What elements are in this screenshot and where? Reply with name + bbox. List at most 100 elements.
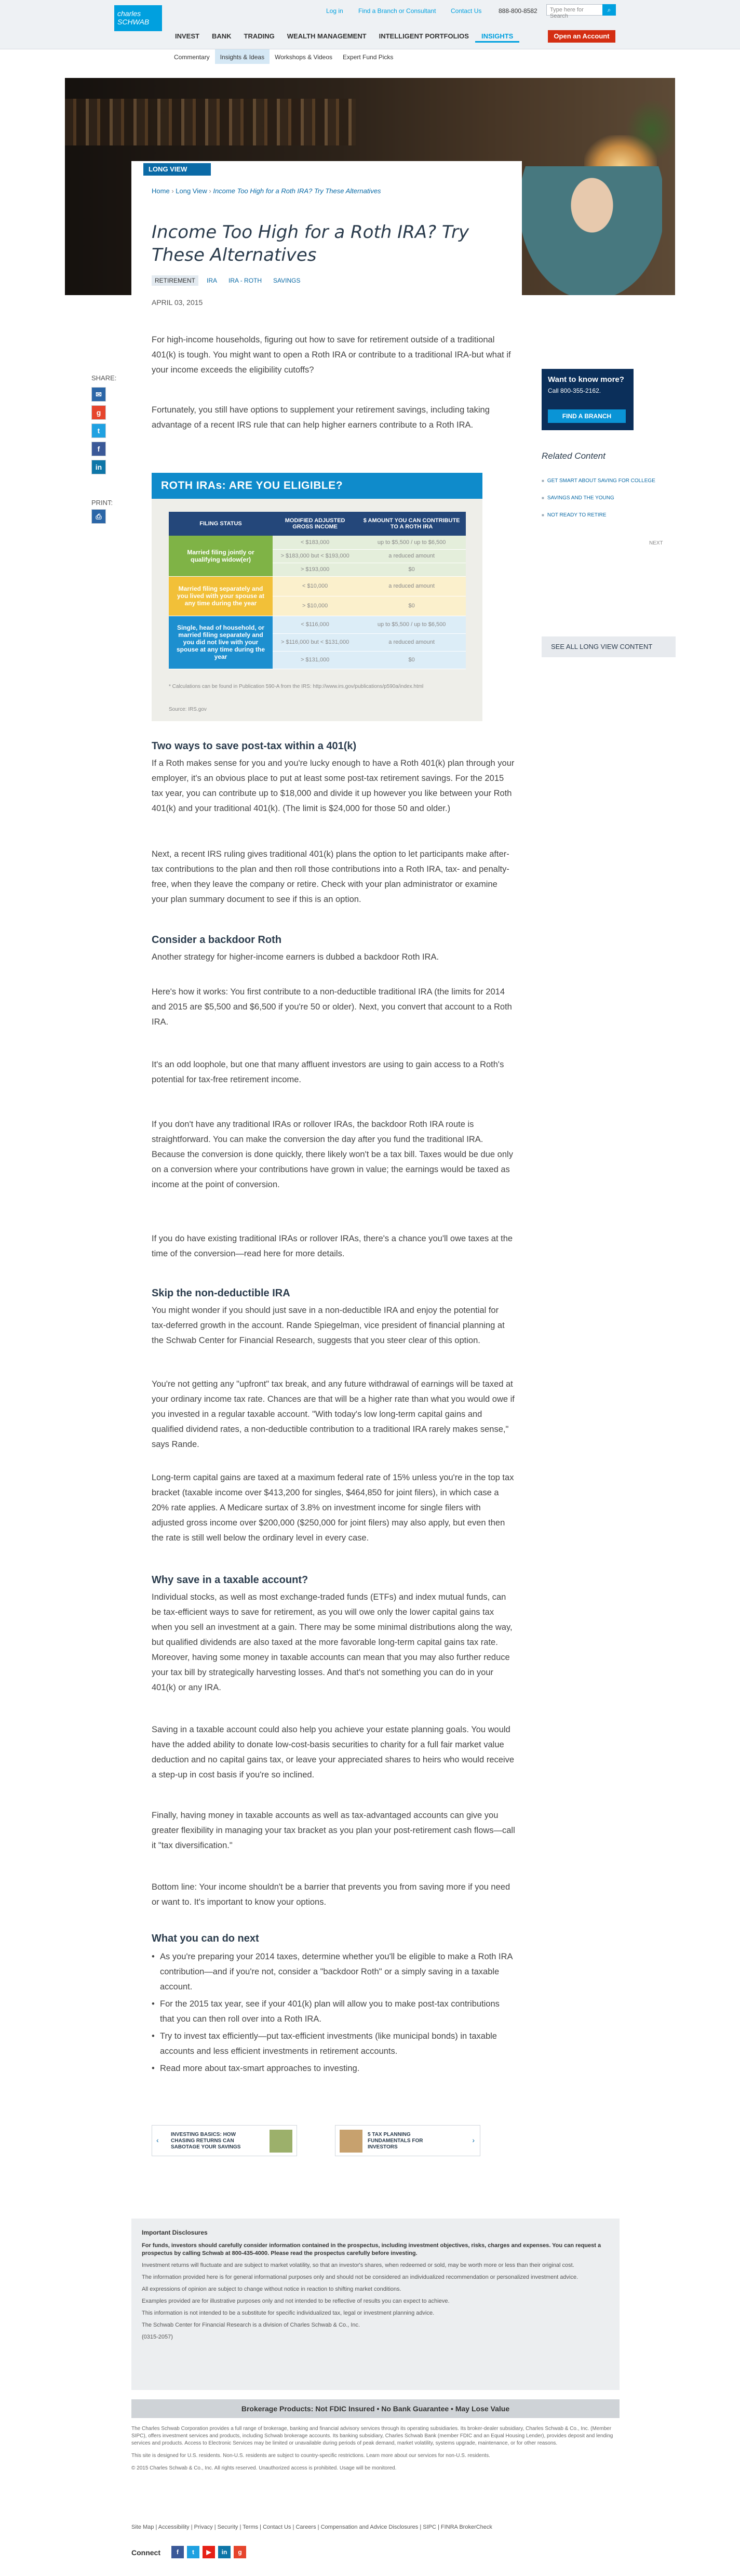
tag-ira[interactable]: IRA bbox=[204, 275, 220, 286]
twitter-icon[interactable]: t bbox=[187, 2546, 199, 2558]
table-cell: > $131,000 bbox=[273, 651, 358, 669]
email-share-icon[interactable]: ✉ bbox=[91, 387, 106, 402]
table-header: FILING STATUS bbox=[169, 512, 273, 536]
open-account-button[interactable]: Open an Account bbox=[548, 30, 615, 43]
table-cell: < $116,000 bbox=[273, 616, 358, 634]
list-item[interactable]: Read more about tax-smart approaches to … bbox=[152, 2061, 515, 2076]
table-row: Married filing separately and you lived … bbox=[169, 576, 466, 616]
intro-paragraph-2: Fortunately, you still have options to s… bbox=[152, 405, 490, 430]
table-cell: a reduced amount bbox=[357, 633, 466, 652]
subnav-expert-fund-picks[interactable]: Expert Fund Picks bbox=[338, 49, 398, 64]
print-icon[interactable]: ⎙ bbox=[91, 509, 106, 524]
googleplus-share-icon[interactable]: g bbox=[91, 405, 106, 420]
nav-wealth-management[interactable]: WEALTH MANAGEMENT bbox=[281, 29, 373, 43]
related-item-young[interactable]: SAVINGS AND THE YOUNG bbox=[542, 495, 614, 501]
paragraph: Long-term capital gains are taxed at a m… bbox=[152, 1473, 514, 1543]
filing-status: Married filing separately and you lived … bbox=[169, 576, 273, 616]
paragraph: It's an odd loophole, but one that many … bbox=[152, 1060, 504, 1084]
search-input[interactable]: Type here for Search bbox=[546, 4, 603, 19]
related-item-retire[interactable]: NOT READY TO RETIRE bbox=[542, 512, 607, 518]
sub-nav: Commentary Insights & Ideas Workshops & … bbox=[169, 49, 398, 64]
twitter-share-icon[interactable]: t bbox=[91, 423, 106, 438]
breadcrumb-long-view[interactable]: Long View bbox=[176, 187, 207, 195]
intro-paragraph-1: For high-income households, figuring out… bbox=[152, 335, 511, 375]
breadcrumb-current: Income Too High for a Roth IRA? Try Thes… bbox=[213, 187, 381, 195]
linkedin-icon[interactable]: in bbox=[218, 2546, 231, 2558]
youtube-icon[interactable]: ▶ bbox=[203, 2546, 215, 2558]
main-nav: INVEST BANK TRADING WEALTH MANAGEMENT IN… bbox=[169, 29, 520, 43]
infographic-note: * Calculations can be found in Publicati… bbox=[169, 684, 424, 689]
paragraph: If you do have existing traditional IRAs… bbox=[152, 1234, 513, 1258]
print-label: PRINT: bbox=[91, 499, 113, 507]
tag-savings[interactable]: SAVINGS bbox=[270, 275, 303, 286]
phone-number: 888-800-8582 bbox=[499, 7, 537, 15]
subnav-workshops-videos[interactable]: Workshops & Videos bbox=[270, 49, 338, 64]
tag-ira-roth[interactable]: IRA - ROTH bbox=[225, 275, 265, 286]
disclosure-text: All expressions of opinion are subject t… bbox=[142, 2286, 401, 2292]
paragraph: Individual stocks, as well as most excha… bbox=[152, 1592, 513, 1692]
section-tag[interactable]: LONG VIEW bbox=[143, 163, 211, 176]
table-cell: < $183,000 bbox=[273, 536, 358, 550]
share-label: SHARE: bbox=[91, 374, 117, 382]
paragraph: Another strategy for higher-income earne… bbox=[152, 952, 439, 962]
promo-title: Want to know more? bbox=[548, 375, 624, 384]
paragraph: Next, a recent IRS ruling gives traditio… bbox=[152, 849, 509, 904]
tag-retirement[interactable]: RETIREMENT bbox=[152, 275, 198, 286]
table-cell: > $183,000 but < $193,000 bbox=[273, 549, 358, 563]
filing-status: Single, head of household, or married fi… bbox=[169, 616, 273, 669]
nav-invest[interactable]: INVEST bbox=[169, 29, 206, 43]
nav-bank[interactable]: BANK bbox=[206, 29, 238, 43]
connect-label: Connect bbox=[131, 2548, 160, 2557]
paragraph: You're not getting any "upfront" tax bre… bbox=[152, 1379, 515, 1449]
facebook-icon[interactable]: f bbox=[171, 2546, 184, 2558]
legal-text: The Charles Schwab Corporation provides … bbox=[131, 2425, 620, 2472]
paragraph: Here's how it works: You first contribut… bbox=[152, 987, 512, 1027]
nav-intelligent-portfolios[interactable]: INTELLIGENT PORTFOLIOS bbox=[373, 29, 475, 43]
related-card-chasing-returns[interactable]: ‹ INVESTING BASICS: HOW CHASING RETURNS … bbox=[152, 2125, 297, 2156]
disclosure-text: Examples provided are for illustrative p… bbox=[142, 2298, 450, 2304]
card-label: 5 TAX PLANNING FUNDAMENTALS FOR INVESTOR… bbox=[368, 2132, 423, 2150]
table-cell: $0 bbox=[357, 563, 466, 577]
search-icon[interactable]: ⌕ bbox=[602, 4, 616, 16]
related-next-link[interactable]: NEXT bbox=[649, 540, 663, 546]
list-item: For the 2015 tax year, see if your 401(k… bbox=[152, 1997, 515, 2027]
copyright: © 2015 Charles Schwab & Co., Inc. All ri… bbox=[131, 2465, 397, 2471]
next-steps-list: As you're preparing your 2014 taxes, det… bbox=[152, 1949, 515, 2078]
nav-trading[interactable]: TRADING bbox=[238, 29, 281, 43]
table-cell: $0 bbox=[357, 651, 466, 669]
schwab-logo[interactable]: charles SCHWAB bbox=[114, 5, 162, 31]
topic-tags: RETIREMENT IRA IRA - ROTH SAVINGS bbox=[152, 275, 304, 286]
woman-portrait-graphic bbox=[522, 166, 662, 295]
see-all-button[interactable]: SEE ALL LONG VIEW CONTENT bbox=[542, 636, 676, 657]
subnav-commentary[interactable]: Commentary bbox=[169, 49, 215, 64]
table-cell: a reduced amount bbox=[357, 576, 466, 596]
table-cell: > $193,000 bbox=[273, 563, 358, 577]
brokerage-banner: Brokerage Products: Not FDIC Insured • N… bbox=[131, 2399, 620, 2418]
filing-status: Married filing jointly or qualifying wid… bbox=[169, 536, 273, 577]
related-card-tax-planning[interactable]: 5 TAX PLANNING FUNDAMENTALS FOR INVESTOR… bbox=[335, 2125, 480, 2156]
related-item-college[interactable]: GET SMART ABOUT SAVING FOR COLLEGE bbox=[542, 478, 655, 484]
login-link[interactable]: Log in bbox=[326, 7, 343, 15]
disclosure-text: (0315-2057) bbox=[142, 2334, 173, 2340]
breadcrumb-home[interactable]: Home bbox=[152, 187, 170, 195]
footer-links[interactable]: Site Map | Accessibility | Privacy | Sec… bbox=[131, 2524, 492, 2530]
paragraph: Bottom line: Your income shouldn't be a … bbox=[152, 1882, 510, 1907]
infographic-title: ROTH IRAs: ARE YOU ELIGIBLE? bbox=[152, 473, 482, 499]
card-label: INVESTING BASICS: HOW CHASING RETURNS CA… bbox=[171, 2132, 241, 2150]
bookshelf-graphic bbox=[65, 99, 356, 145]
googleplus-icon[interactable]: g bbox=[234, 2546, 246, 2558]
paragraph: If you don't have any traditional IRAs o… bbox=[152, 1120, 513, 1189]
nav-insights[interactable]: INSIGHTS bbox=[475, 29, 520, 43]
promo-phone: Call 800-355-2162. bbox=[548, 387, 601, 394]
table-cell: up to $5,500 / up to $6,500 bbox=[357, 616, 466, 634]
facebook-share-icon[interactable]: f bbox=[91, 442, 106, 456]
chevron-right-icon: › bbox=[472, 2136, 475, 2144]
breadcrumb: Home › Long View › Income Too High for a… bbox=[152, 187, 381, 195]
find-branch-button[interactable]: FIND A BRANCH bbox=[548, 409, 626, 423]
table-row: Married filing jointly or qualifying wid… bbox=[169, 536, 466, 577]
linkedin-share-icon[interactable]: in bbox=[91, 460, 106, 474]
paragraph: Finally, having money in taxable account… bbox=[152, 1811, 515, 1850]
find-branch-link[interactable]: Find a Branch or Consultant bbox=[358, 7, 436, 15]
subnav-insights-ideas[interactable]: Insights & Ideas bbox=[214, 49, 270, 64]
contact-us-link[interactable]: Contact Us bbox=[451, 7, 481, 15]
